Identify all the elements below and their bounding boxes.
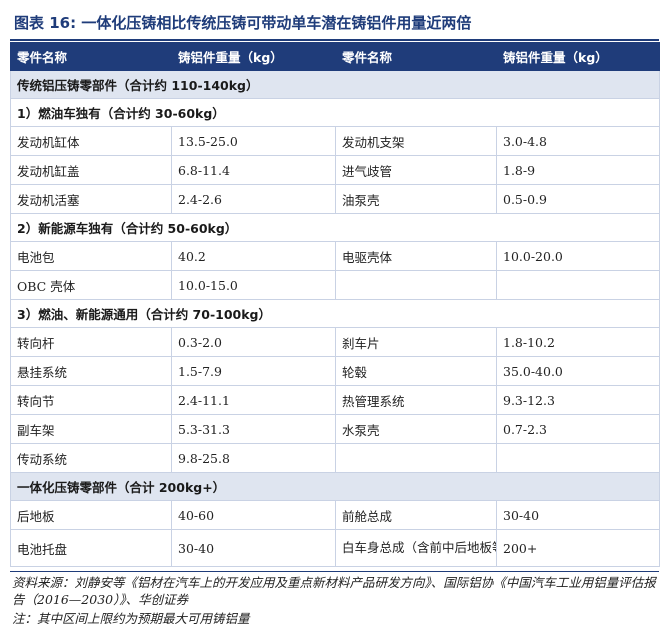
- table-row: 后地板 40-60 前舱总成 30-40: [10, 500, 660, 530]
- part-weight: 9.8-25.8: [171, 443, 336, 473]
- part-name: 白车身总成（含前中后地板等结构件）: [335, 529, 497, 567]
- table-row: 电池托盘 30-40 白车身总成（含前中后地板等结构件） 200+: [10, 529, 660, 567]
- part-weight: 0.3-2.0: [171, 327, 336, 357]
- part-name: 热管理系统: [335, 385, 497, 415]
- table-header-row: 零件名称 铸铝件重量（kg） 零件名称 铸铝件重量（kg）: [10, 42, 660, 71]
- subsection-nev-only: 2）新能源车独有（合计约 50-60kg）: [10, 213, 660, 242]
- footnote: 注：其中区间上限约为预期最大可用铸铝量: [12, 611, 250, 626]
- part-weight: 9.3-12.3: [496, 385, 660, 415]
- source-note: 资料来源：刘静安等《铝材在汽车上的开发应用及重点新材料产品研发方向》、国际铝协《…: [12, 575, 656, 607]
- part-name: 电池包: [10, 241, 172, 271]
- table-row: OBC 壳体 10.0-15.0: [10, 270, 660, 300]
- part-weight: 2.4-11.1: [171, 385, 336, 415]
- part-name: [335, 443, 497, 473]
- part-name: 发动机活塞: [10, 184, 172, 214]
- part-weight: 13.5-25.0: [171, 126, 336, 156]
- part-weight: 5.3-31.3: [171, 414, 336, 444]
- part-name: 进气歧管: [335, 155, 497, 185]
- part-name: 前舱总成: [335, 500, 497, 530]
- part-name: 转向节: [10, 385, 172, 415]
- part-weight: 1.8-9: [496, 155, 660, 185]
- table-row: 发动机缸体 13.5-25.0 发动机支架 3.0-4.8: [10, 126, 660, 156]
- part-weight: 40.2: [171, 241, 336, 271]
- part-name: [335, 270, 497, 300]
- header-part-name-2: 零件名称: [335, 42, 497, 71]
- part-weight: 10.0-20.0: [496, 241, 660, 271]
- table-row: 转向杆 0.3-2.0 刹车片 1.8-10.2: [10, 327, 660, 357]
- header-weight-2: 铸铝件重量（kg）: [496, 42, 660, 71]
- part-weight: 200+: [496, 529, 660, 567]
- table-row: 电池包 40.2 电驱壳体 10.0-20.0: [10, 241, 660, 271]
- part-weight: 30-40: [171, 529, 336, 567]
- part-name: 水泵壳: [335, 414, 497, 444]
- part-name: 刹车片: [335, 327, 497, 357]
- title-rule: [10, 39, 659, 41]
- table-row: 发动机缸盖 6.8-11.4 进气歧管 1.8-9: [10, 155, 660, 185]
- part-name: 发动机缸体: [10, 126, 172, 156]
- header-weight-1: 铸铝件重量（kg）: [171, 42, 336, 71]
- subsection-common: 3）燃油、新能源通用（合计约 70-100kg）: [10, 299, 660, 328]
- header-part-name-1: 零件名称: [10, 42, 172, 71]
- footer-rule: [10, 571, 659, 572]
- table-row: 转向节 2.4-11.1 热管理系统 9.3-12.3: [10, 385, 660, 415]
- table-row: 传动系统 9.8-25.8: [10, 443, 660, 473]
- part-name: 后地板: [10, 500, 172, 530]
- table-row: 副车架 5.3-31.3 水泵壳 0.7-2.3: [10, 414, 660, 444]
- part-weight: 1.5-7.9: [171, 356, 336, 386]
- part-weight: 30-40: [496, 500, 660, 530]
- part-weight: 6.8-11.4: [171, 155, 336, 185]
- part-weight: 35.0-40.0: [496, 356, 660, 386]
- part-weight: 2.4-2.6: [171, 184, 336, 214]
- subsection-fuel-only: 1）燃油车独有（合计约 30-60kg）: [10, 98, 660, 127]
- section-integrated: 一体化压铸零部件（合计 200kg+）: [10, 472, 660, 501]
- figure-title: 图表 16: 一体化压铸相比传统压铸可带动单车潜在铸铝件用量近两倍: [14, 14, 472, 32]
- part-name: 转向杆: [10, 327, 172, 357]
- part-weight: [496, 270, 660, 300]
- part-name: 发动机支架: [335, 126, 497, 156]
- part-name: 副车架: [10, 414, 172, 444]
- aluminum-casting-table: 零件名称 铸铝件重量（kg） 零件名称 铸铝件重量（kg） 传统铝压铸零部件（合…: [10, 42, 660, 567]
- part-weight: 1.8-10.2: [496, 327, 660, 357]
- table-row: 发动机活塞 2.4-2.6 油泵壳 0.5-0.9: [10, 184, 660, 214]
- part-name: 悬挂系统: [10, 356, 172, 386]
- part-name: 电驱壳体: [335, 241, 497, 271]
- part-name: 轮毂: [335, 356, 497, 386]
- part-weight: 3.0-4.8: [496, 126, 660, 156]
- part-name: 油泵壳: [335, 184, 497, 214]
- part-name: OBC 壳体: [10, 270, 172, 300]
- part-name: 发动机缸盖: [10, 155, 172, 185]
- part-name: 传动系统: [10, 443, 172, 473]
- part-weight: 40-60: [171, 500, 336, 530]
- section-traditional: 传统铝压铸零部件（合计约 110-140kg）: [10, 70, 660, 99]
- part-weight: 10.0-15.0: [171, 270, 336, 300]
- table-row: 悬挂系统 1.5-7.9 轮毂 35.0-40.0: [10, 356, 660, 386]
- part-weight: 0.7-2.3: [496, 414, 660, 444]
- part-name: 电池托盘: [10, 529, 172, 567]
- part-weight: 0.5-0.9: [496, 184, 660, 214]
- part-weight: [496, 443, 660, 473]
